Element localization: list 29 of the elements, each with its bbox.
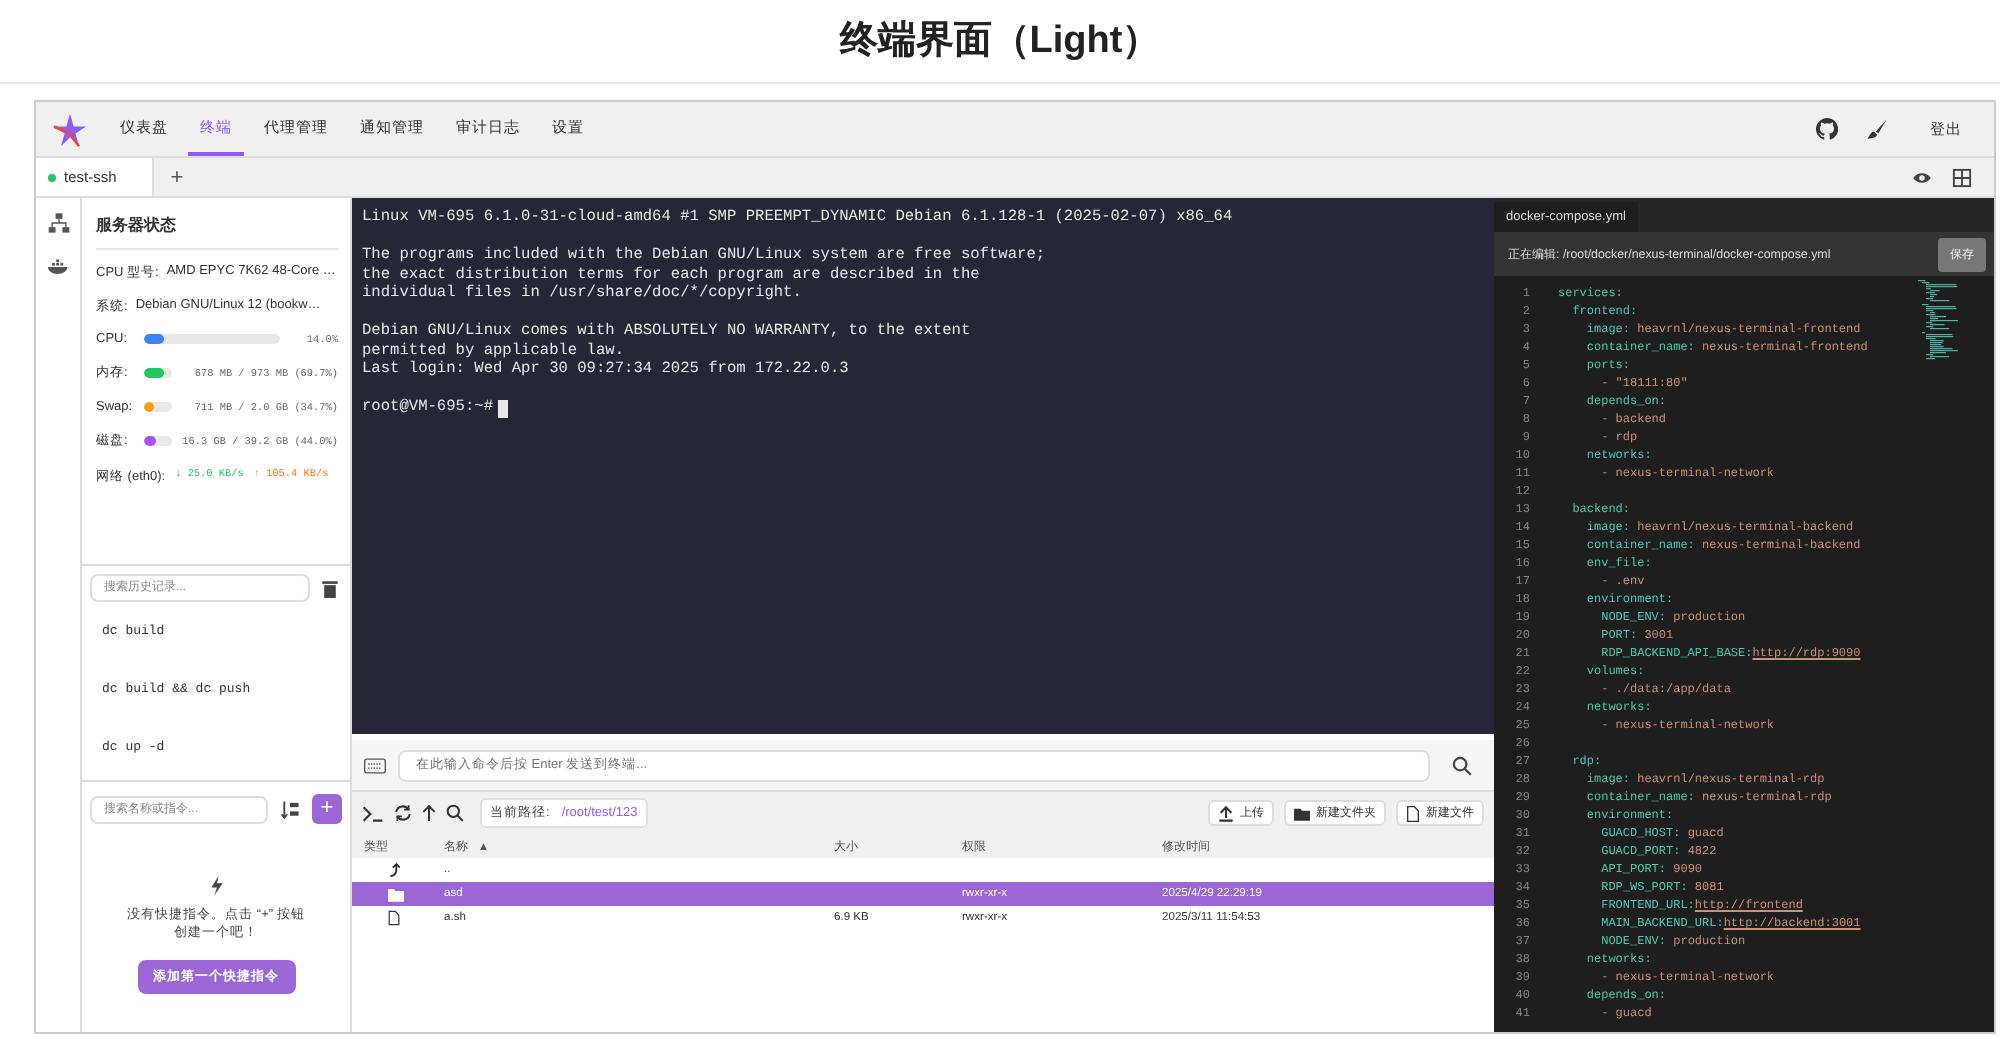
terminal-prompt-icon[interactable] (362, 805, 384, 821)
arrow-up-icon[interactable] (422, 804, 436, 822)
panel-title: 服务器状态 (96, 214, 338, 250)
lightning-icon (209, 876, 223, 896)
sort-icon[interactable] (276, 795, 304, 823)
folder-icon (1294, 805, 1310, 821)
terminal-cursor (497, 400, 508, 418)
refresh-icon[interactable] (394, 804, 412, 822)
add-quick-command-button[interactable]: + (312, 794, 342, 824)
page-title: 终端界面（Light） (0, 0, 2000, 84)
eye-icon[interactable] (1912, 167, 1932, 187)
layout-grid-icon[interactable] (1952, 167, 1972, 187)
brush-icon[interactable] (1866, 118, 1888, 140)
keyboard-icon[interactable] (364, 757, 386, 773)
search-icon[interactable] (446, 804, 464, 822)
file-icon (388, 910, 400, 926)
upload-icon (1218, 805, 1234, 821)
folder-icon (388, 887, 404, 901)
search-icon[interactable] (1452, 755, 1472, 775)
return-arrow-icon (388, 862, 400, 878)
network-tree-icon[interactable] (47, 212, 69, 234)
star-logo-icon (52, 111, 88, 147)
terminal-screen[interactable] (352, 198, 1494, 734)
github-icon[interactable] (1816, 118, 1838, 140)
add-tab-button[interactable]: + (154, 165, 200, 189)
code-minimap-drawing (1918, 280, 1958, 360)
file-icon (1406, 805, 1420, 821)
trash-icon[interactable] (318, 575, 342, 601)
whale-icon[interactable] (47, 258, 69, 276)
